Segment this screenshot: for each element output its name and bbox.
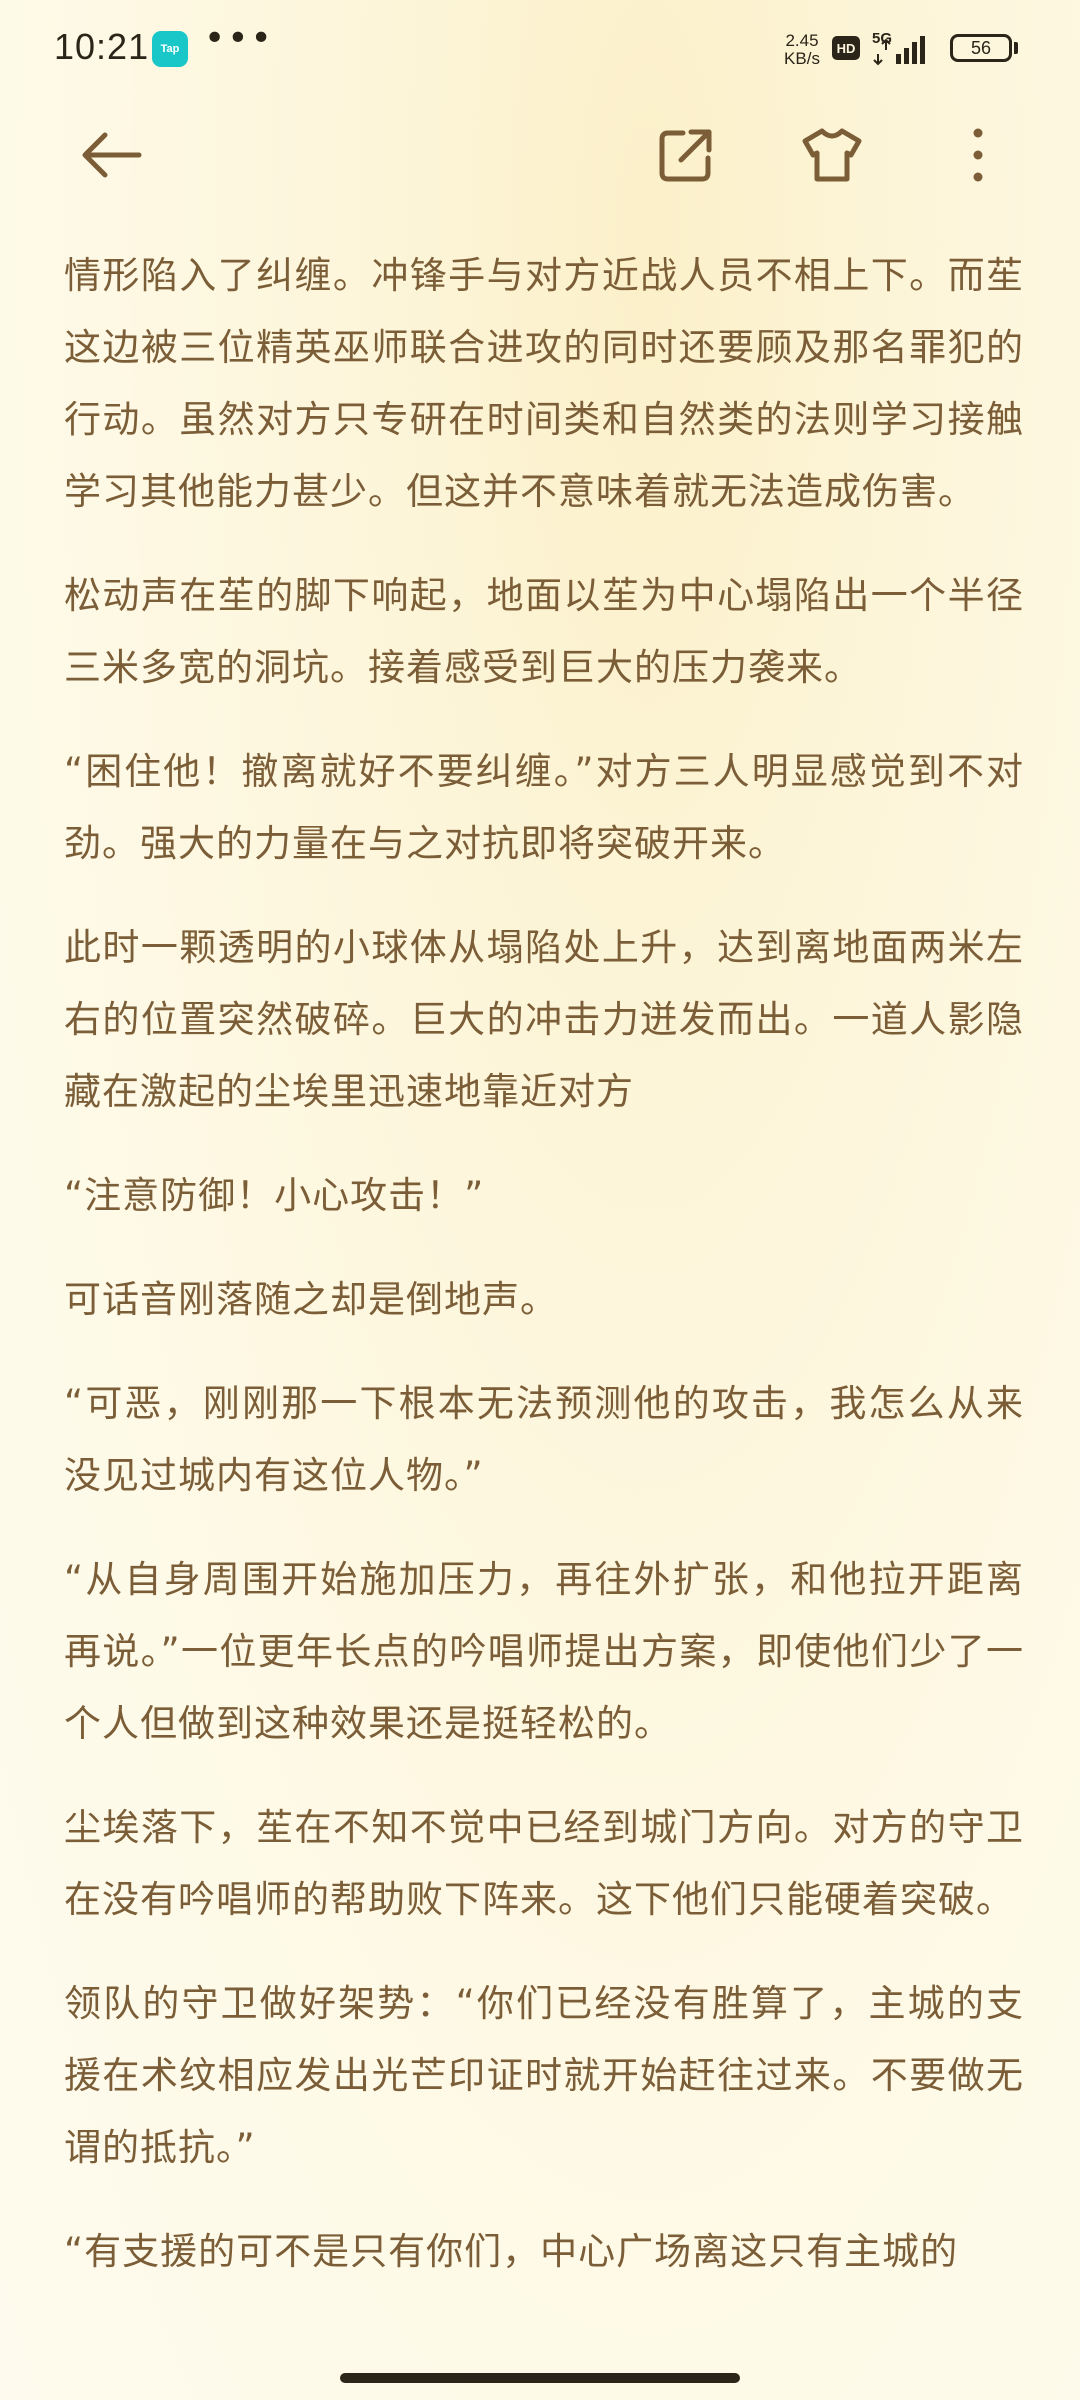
paragraph: “有支援的可不是只有你们，中心广场离这只有主城的: [64, 2230, 959, 2273]
paragraph: 情形陷入了纠缠。冲锋手与对方近战人员不相上下。而苼这边被三位精英巫师联合进攻的同…: [64, 254, 1024, 513]
paragraph: “注意防御！小心攻击！”: [64, 1174, 485, 1217]
share-icon: [659, 129, 712, 182]
theme-button[interactable]: [787, 110, 877, 200]
status-time: 10:21: [54, 26, 150, 67]
shirt-icon: [802, 128, 862, 182]
tap-app-icon: Tap: [152, 31, 188, 67]
paragraph: 可话音刚落随之却是倒地声。: [64, 1278, 558, 1321]
notification-more-icon: •••: [204, 18, 274, 59]
hd-badge: HD: [832, 36, 860, 60]
battery-level: 56: [970, 37, 992, 58]
home-indicator[interactable]: [340, 2373, 740, 2383]
network-speed-value: 2.45: [785, 31, 819, 50]
more-vertical-icon: [973, 128, 983, 182]
paragraph: “可恶，刚刚那一下根本无法预测他的攻击，我怎么从来没见过城内有这位人物。”: [64, 1382, 1024, 1497]
paragraph: “从自身周围开始施加压力，再往外扩张，和他拉开距离再说。”一位更年长点的吟唱师提…: [64, 1558, 1024, 1745]
paragraph: 领队的守卫做好架势：“你们已经没有胜算了，主城的支援在术纹相应发出光芒印证时就开…: [64, 1982, 1024, 2169]
battery-tip: [1014, 42, 1018, 54]
network-speed-unit: KB/s: [784, 49, 820, 68]
back-button[interactable]: [67, 110, 157, 200]
more-options-button[interactable]: [933, 110, 1023, 200]
paragraph: “困住他！撤离就好不要纠缠。”对方三人明显感觉到不对劲。强大的力量在与之对抗即将…: [64, 750, 1024, 865]
reader-content[interactable]: 情形陷入了纠缠。冲锋手与对方近战人员不相上下。而苼这边被三位精英巫师联合进攻的同…: [64, 240, 1024, 2400]
network-speed: 2.45 KB/s: [780, 32, 824, 68]
reader-toolbar: [0, 110, 1080, 200]
arrow-left-icon: [82, 132, 142, 178]
signal-icon: 5G: [872, 30, 936, 66]
share-button[interactable]: [641, 110, 731, 200]
status-bar: 10:21 Tap ••• 2.45 KB/s HD 5G 56: [0, 0, 1080, 100]
battery-icon: 56: [950, 34, 1012, 62]
paragraph: 松动声在苼的脚下响起，地面以苼为中心塌陷出一个半径三米多宽的洞坑。接着感受到巨大…: [64, 574, 1024, 689]
paragraph: 尘埃落下，苼在不知不觉中已经到城门方向。对方的守卫在没有吟唱师的帮助败下阵来。这…: [64, 1806, 1024, 1921]
paragraph: 此时一颗透明的小球体从塌陷处上升，达到离地面两米左右的位置突然破碎。巨大的冲击力…: [64, 926, 1024, 1113]
